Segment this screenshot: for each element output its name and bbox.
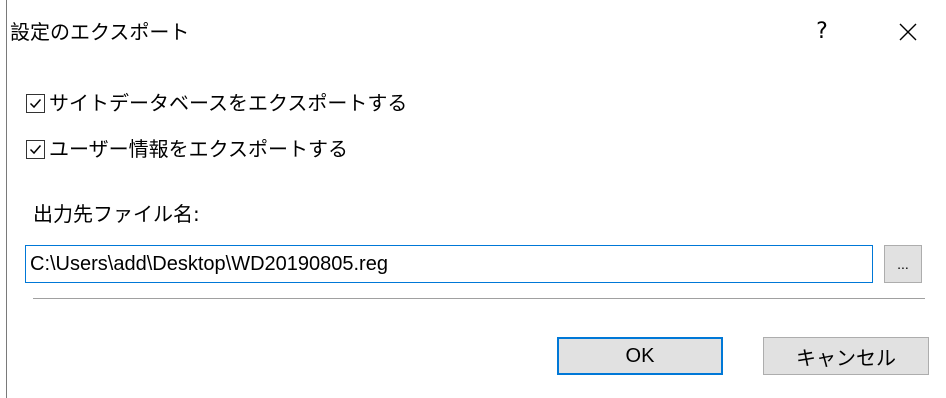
separator-line <box>33 298 925 299</box>
output-filename-input[interactable] <box>25 245 873 283</box>
export-settings-dialog: 設定のエクスポート ? サイトデータベースをエクスポートする ユーザー情報をエク… <box>0 0 946 398</box>
dialog-title: 設定のエクスポート <box>10 20 190 44</box>
export-site-database-option[interactable]: サイトデータベースをエクスポートする <box>26 88 407 118</box>
export-site-database-label: サイトデータベースをエクスポートする <box>49 91 408 115</box>
close-button[interactable] <box>886 14 930 50</box>
browse-button[interactable]: ... <box>884 245 922 283</box>
export-user-info-option[interactable]: ユーザー情報をエクスポートする <box>26 134 348 164</box>
close-icon <box>899 23 917 41</box>
cancel-button[interactable]: キャンセル <box>763 337 929 375</box>
output-filename-label: 出力先ファイル名: <box>33 202 200 226</box>
checkmark-icon <box>29 98 42 108</box>
window-left-border <box>6 0 7 398</box>
help-button[interactable]: ? <box>802 14 842 50</box>
checkmark-icon <box>29 144 42 154</box>
export-user-info-checkbox[interactable] <box>26 139 45 159</box>
export-user-info-label: ユーザー情報をエクスポートする <box>49 137 348 161</box>
export-site-database-checkbox[interactable] <box>26 93 45 113</box>
ok-button[interactable]: OK <box>557 337 723 375</box>
